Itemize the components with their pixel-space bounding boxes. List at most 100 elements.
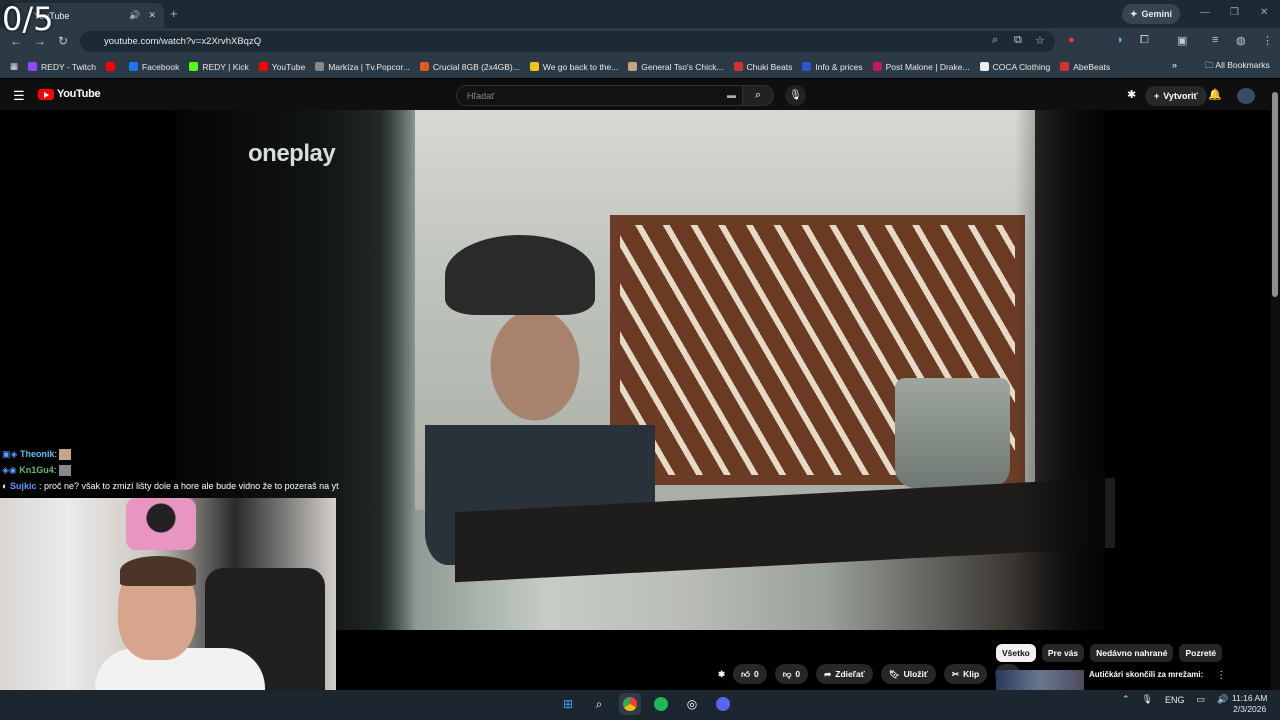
recommended-video[interactable]: Autičkári skončili za mrežami: ⋮ — [996, 670, 1266, 690]
dislike-button[interactable]: 👎︎ 0 — [774, 664, 809, 684]
search-icon: ⌕ — [754, 89, 762, 101]
overlay-counter: 0/5 — [2, 0, 54, 38]
chip-watched[interactable]: Pozreté — [1179, 644, 1223, 662]
bookmark-item[interactable]: Chuki Beats — [733, 62, 792, 72]
notifications-bell-icon[interactable]: 🔔 — [1208, 88, 1222, 101]
display-icon[interactable]: ▭ — [1197, 694, 1206, 705]
create-label: Vytvoriť — [1163, 91, 1198, 101]
chat-message: ▣◈ Theonik: — [2, 446, 342, 462]
minimize-button[interactable]: — — [1200, 7, 1210, 18]
bookmark-favicon-icon — [529, 62, 539, 71]
gear-icon[interactable]: ✱ — [718, 669, 725, 680]
bookmark-item[interactable]: Info & prices — [802, 62, 863, 72]
extension-icon[interactable]: ● — [1068, 34, 1075, 46]
zoom-icon[interactable]: ⌕ — [992, 34, 998, 47]
tab-close-icon[interactable]: ✕ — [148, 10, 156, 21]
bookmark-item[interactable]: AbeBeats — [1060, 62, 1110, 72]
gear-icon[interactable]: ✱ — [1127, 88, 1136, 101]
gemini-icon: ✦ — [1130, 8, 1138, 19]
cast-icon[interactable]: ⧉ — [1014, 34, 1022, 47]
save-label: Uložiť — [903, 669, 928, 679]
hamburger-menu-icon[interactable]: ☰ — [13, 88, 25, 104]
system-tray: ⌃ 🎙 ENG ▭ 🔊 — [1122, 694, 1228, 705]
bookmark-item[interactable]: Post Malone | Drake... — [872, 62, 970, 72]
url-field[interactable]: youtube.com/watch?v=x2XrvhXBqzQ — [80, 31, 1055, 52]
bookmark-label: AbeBeats — [1073, 61, 1111, 72]
youtube-play-icon — [38, 88, 54, 100]
thumbs-up-icon: 👍︎ — [741, 668, 751, 679]
tab-audio-icon[interactable]: 🔊 — [129, 10, 140, 21]
bookmark-item[interactable]: YouTube — [258, 62, 305, 72]
save-button[interactable]: 🔖︎ Uložiť — [880, 664, 936, 684]
reload-icon[interactable]: ↻ — [58, 34, 68, 48]
language-indicator[interactable]: ENG — [1165, 695, 1185, 705]
all-bookmarks-button[interactable]: 🗀 All Bookmarks — [1205, 60, 1270, 74]
avatar[interactable] — [1237, 88, 1255, 104]
bookmark-item[interactable]: COCA Clothing — [979, 61, 1051, 72]
chevron-up-icon[interactable]: ⌃ — [1122, 694, 1130, 705]
plus-icon: + — [1154, 91, 1160, 101]
chat-username: Kn1Gu4 — [19, 465, 54, 475]
webcam-overlay — [0, 498, 336, 720]
extension-icon[interactable]: ◗ — [1117, 34, 1124, 46]
search-input[interactable]: Hľadať ▬ — [456, 85, 743, 106]
bookmark-item[interactable] — [105, 62, 119, 71]
bookmarks-overflow-icon[interactable]: » — [1172, 60, 1177, 70]
extensions-puzzle-icon[interactable]: ⧠ — [1140, 34, 1149, 47]
system-clock[interactable]: 11:16 AM 2/3/2026 — [1232, 693, 1267, 715]
share-button[interactable]: ➦ Zdieľať — [816, 664, 873, 684]
all-bookmarks-label: All Bookmarks — [1215, 60, 1270, 70]
discord-icon[interactable] — [712, 693, 734, 715]
close-window-button[interactable]: ✕ — [1260, 7, 1268, 18]
like-button[interactable]: 👍︎ 0 — [733, 664, 767, 684]
bookmark-favicon-icon — [733, 62, 743, 71]
maximize-button[interactable]: ❐ — [1230, 7, 1239, 18]
youtube-logo[interactable]: YouTube — [38, 88, 101, 100]
create-button[interactable]: + Vytvoriť — [1145, 86, 1207, 106]
search-button[interactable]: ⌕ — [742, 85, 774, 106]
chrome-icon[interactable] — [619, 693, 641, 715]
url-text: youtube.com/watch?v=x2XrvhXBqzQ — [104, 36, 262, 47]
clip-button[interactable]: ✂ Klip — [943, 664, 988, 684]
badge-icon: ◐ — [2, 481, 8, 491]
windows-start-icon[interactable]: ⊞ — [557, 693, 579, 715]
keyboard-icon[interactable]: ▬ — [727, 90, 736, 100]
bookmark-label: REDY - Twitch — [41, 61, 96, 72]
bookmark-item[interactable]: We go back to the... — [529, 62, 618, 72]
bookmark-item[interactable]: Markíza | Tv.Popcor... — [315, 62, 410, 72]
chip-all[interactable]: Všetko — [996, 644, 1036, 662]
scene-streamer-hair — [120, 556, 196, 586]
kebab-menu-icon[interactable]: ⋮ — [1216, 670, 1226, 690]
thumbs-down-icon: 👎︎ — [782, 668, 792, 679]
share-label: Zdieľať — [835, 669, 865, 679]
badge-icon: ◈◉ — [2, 465, 17, 475]
apps-grid-icon[interactable]: ▦ — [10, 61, 18, 72]
gemini-button[interactable]: ✦ Gemini — [1122, 4, 1181, 24]
bookmark-item[interactable]: General Tso's Chick... — [628, 62, 724, 72]
profile-avatar[interactable]: ◍ — [1236, 34, 1246, 47]
bookmark-star-icon[interactable]: ☆ — [1035, 34, 1045, 47]
bookmark-label: COCA Clothing — [992, 61, 1051, 72]
scene-plush-toy — [126, 498, 196, 550]
media-control-icon[interactable]: ≡ — [1212, 34, 1218, 46]
app-icon[interactable]: ◎ — [681, 693, 703, 715]
speaker-icon[interactable]: 🔊 — [1217, 694, 1228, 705]
bookmark-item[interactable]: Crucial 8GB (2x4GB)... — [419, 62, 520, 72]
recommendation-filter-chips: Všetko Pre vás Nedávno nahrané Pozreté — [996, 644, 1223, 662]
bookmark-item[interactable]: Facebook — [128, 62, 179, 72]
new-tab-button[interactable]: + — [170, 6, 178, 21]
spotify-icon[interactable] — [650, 693, 672, 715]
bookmark-favicon-icon — [419, 62, 429, 71]
chip-recently-uploaded[interactable]: Nedávno nahrané — [1090, 644, 1174, 662]
search-icon[interactable]: ⌕ — [588, 693, 610, 715]
bookmark-item[interactable]: REDY - Twitch — [28, 62, 96, 72]
scrollbar-thumb[interactable] — [1272, 92, 1278, 297]
side-panel-icon[interactable]: ▣ — [1177, 34, 1187, 47]
mic-icon[interactable]: 🎙 — [1142, 694, 1153, 705]
bookmark-item[interactable]: REDY | Kick — [189, 62, 249, 72]
voice-search-button[interactable]: 🎙 — [785, 85, 806, 106]
bookmark-favicon-icon — [128, 62, 138, 71]
menu-dots-icon[interactable]: ⋮ — [1262, 34, 1273, 47]
chip-for-you[interactable]: Pre vás — [1041, 644, 1085, 662]
dislike-count: 0 — [795, 669, 801, 679]
